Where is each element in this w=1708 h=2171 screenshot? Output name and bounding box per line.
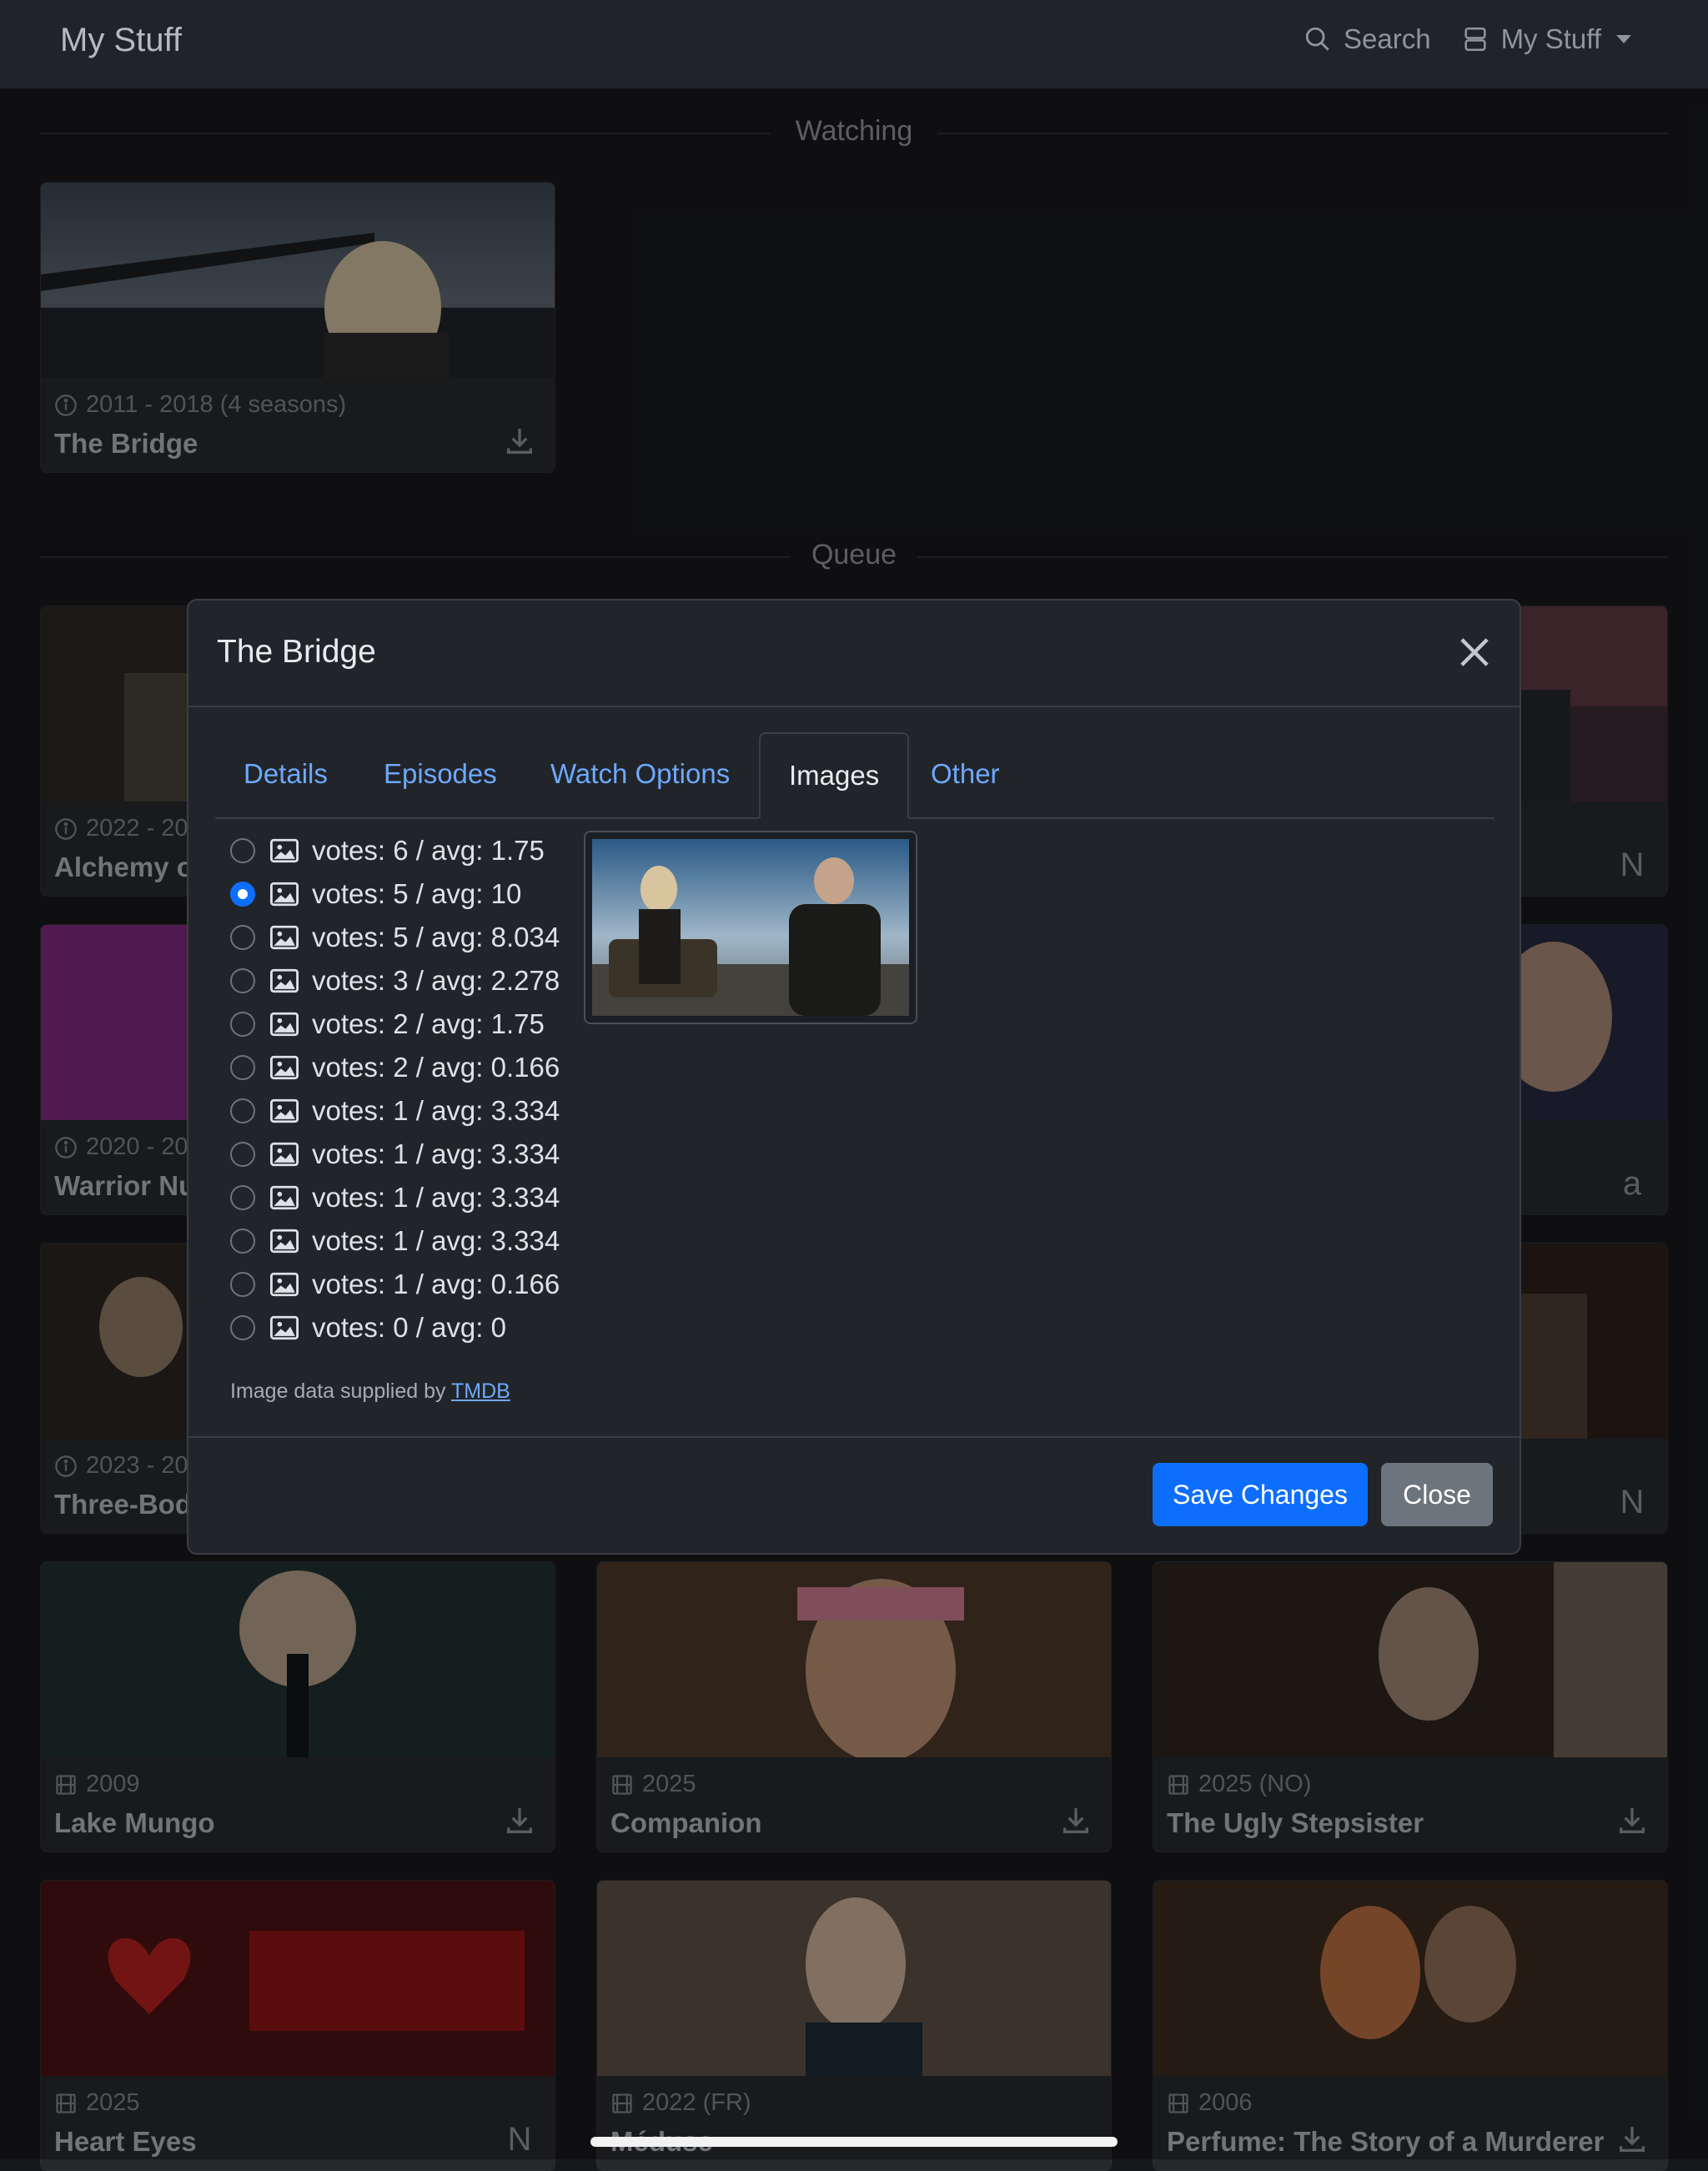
radio-button[interactable] xyxy=(230,1229,255,1254)
radio-button[interactable] xyxy=(230,1012,255,1037)
credit-text: Image data supplied by xyxy=(230,1379,452,1403)
credit-line: Image data supplied by TMDB xyxy=(230,1379,510,1404)
radio-button[interactable] xyxy=(230,838,255,863)
image-option-label: votes: 5 / avg: 8.034 xyxy=(312,922,560,952)
modal-tabs: Details Episodes Watch Options Images Ot… xyxy=(215,732,1494,819)
mystuff-dropdown[interactable]: My Stuff xyxy=(1461,23,1631,55)
modal-title: The Bridge xyxy=(217,634,376,670)
image-option[interactable]: votes: 1 / avg: 3.334 xyxy=(230,1178,560,1218)
radio-button[interactable] xyxy=(230,1272,255,1297)
home-indicator xyxy=(590,2137,1118,2147)
image-option[interactable]: votes: 1 / avg: 0.166 xyxy=(230,1264,560,1304)
image-option-label: votes: 0 / avg: 0 xyxy=(312,1312,506,1343)
radio-button[interactable] xyxy=(230,1185,255,1210)
radio-button[interactable] xyxy=(230,968,255,993)
radio-button[interactable] xyxy=(230,1315,255,1340)
image-icon xyxy=(270,1012,299,1037)
image-option-label: votes: 1 / avg: 0.166 xyxy=(312,1269,560,1299)
image-option-label: votes: 1 / avg: 3.334 xyxy=(312,1095,560,1126)
radio-button[interactable] xyxy=(230,925,255,950)
image-icon xyxy=(270,838,299,863)
tab-episodes[interactable]: Episodes xyxy=(355,732,525,817)
image-option-label: votes: 3 / avg: 2.278 xyxy=(312,965,560,996)
radio-button[interactable] xyxy=(230,1098,255,1123)
image-option-label: votes: 2 / avg: 0.166 xyxy=(312,1052,560,1083)
image-icon xyxy=(270,1098,299,1123)
image-icon xyxy=(270,882,299,907)
image-icon xyxy=(270,1315,299,1340)
image-option-label: votes: 5 / avg: 10 xyxy=(312,878,522,909)
image-icon xyxy=(270,925,299,950)
image-option[interactable]: votes: 0 / avg: 0 xyxy=(230,1308,506,1348)
tab-images[interactable]: Images xyxy=(759,732,910,819)
brand-link[interactable]: My Stuff xyxy=(60,22,182,59)
image-option[interactable]: votes: 2 / avg: 1.75 xyxy=(230,1004,545,1044)
image-option-label: votes: 1 / avg: 3.334 xyxy=(312,1182,560,1213)
search-link[interactable]: Search xyxy=(1304,23,1431,55)
preview-image xyxy=(592,839,909,1016)
image-option[interactable]: votes: 5 / avg: 10 xyxy=(230,874,521,914)
image-option[interactable]: votes: 5 / avg: 8.034 xyxy=(230,917,560,957)
image-icon xyxy=(270,1142,299,1167)
image-icon xyxy=(270,1229,299,1254)
image-option[interactable]: votes: 1 / avg: 3.334 xyxy=(230,1134,560,1174)
radio-button[interactable] xyxy=(230,882,255,907)
image-icon xyxy=(270,1185,299,1210)
search-label: Search xyxy=(1344,23,1431,54)
radio-button[interactable] xyxy=(230,1055,255,1080)
image-option[interactable]: votes: 3 / avg: 2.278 xyxy=(230,961,560,1001)
close-button[interactable]: Close xyxy=(1381,1463,1493,1526)
save-changes-button[interactable]: Save Changes xyxy=(1153,1463,1368,1526)
tab-watch-options[interactable]: Watch Options xyxy=(522,732,758,817)
image-option[interactable]: votes: 2 / avg: 0.166 xyxy=(230,1048,560,1088)
modal-footer-divider xyxy=(188,1436,1520,1438)
image-preview xyxy=(584,831,917,1024)
close-icon[interactable] xyxy=(1453,631,1496,674)
image-modal: The Bridge Details Episodes Watch Option… xyxy=(187,599,1521,1555)
caret-down-icon xyxy=(1616,35,1631,43)
tab-details[interactable]: Details xyxy=(215,732,356,817)
image-icon xyxy=(270,968,299,993)
image-icon xyxy=(270,1055,299,1080)
image-option[interactable]: votes: 6 / avg: 1.75 xyxy=(230,831,545,871)
tmdb-link[interactable]: TMDB xyxy=(451,1379,510,1403)
image-option-label: votes: 6 / avg: 1.75 xyxy=(312,835,545,866)
image-option[interactable]: votes: 1 / avg: 3.334 xyxy=(230,1221,560,1261)
stack-icon xyxy=(1464,27,1486,52)
mystuff-label: My Stuff xyxy=(1500,23,1601,54)
image-option-label: votes: 2 / avg: 1.75 xyxy=(312,1008,545,1039)
navbar: My Stuff Search My Stuff xyxy=(0,0,1708,88)
modal-header: The Bridge xyxy=(188,601,1520,707)
image-option-label: votes: 1 / avg: 3.334 xyxy=(312,1225,560,1256)
search-icon xyxy=(1305,27,1329,51)
nav-right: Search My Stuff xyxy=(1304,23,1631,55)
tab-other[interactable]: Other xyxy=(902,732,1028,817)
radio-button[interactable] xyxy=(230,1142,255,1167)
image-icon xyxy=(270,1272,299,1297)
image-option-label: votes: 1 / avg: 3.334 xyxy=(312,1138,560,1169)
image-option[interactable]: votes: 1 / avg: 3.334 xyxy=(230,1091,560,1131)
